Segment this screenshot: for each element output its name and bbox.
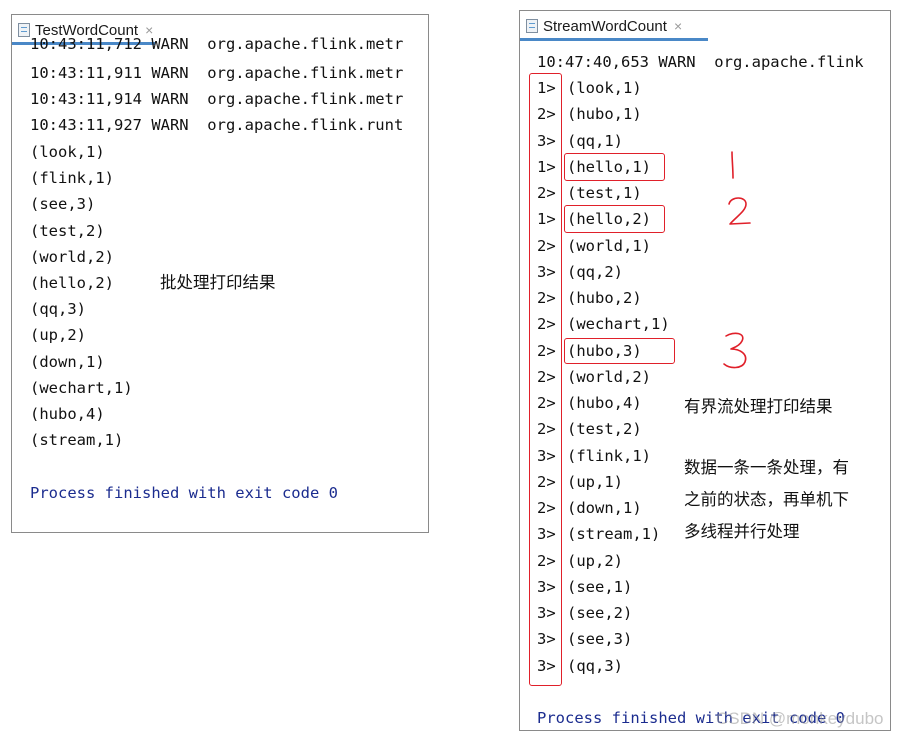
annotation-line: 多线程并行处理 [684,522,800,541]
result-line: (see,2) [567,604,633,622]
result-line: (flink,1) [30,169,114,188]
result-line: (up,1) [567,472,623,491]
result-line: (test,2) [567,420,642,439]
result-line: (stream,1) [567,525,661,544]
right-tab-bar: StreamWordCount × [520,11,890,41]
log-line: 10:43:11,911 WARN org.apache.flink.metr [30,64,404,82]
handwritten-3 [723,332,747,369]
result-line: (down,1) [567,499,642,517]
process-finished-line: Process finished with exit code 0 [30,484,338,502]
hello-1-highlight [564,153,665,181]
annotation-line: 数据一条一条处理，有 [684,458,849,477]
log-line-cut: 10:43:11,712 WARN org.apache.flink.metr [30,35,404,53]
result-line: (see,1) [567,577,633,596]
result-line: (down,1) [30,352,105,371]
right-console-output: 10:47:40,653 WARN org.apache.flink 1> (loo… [520,41,890,730]
hubo-3-highlight [564,338,675,364]
batch-annotation: 批处理打印结果 [160,273,276,292]
stream-annotation-title: 有界流处理打印结果 [684,397,833,416]
result-line: (qq,3) [567,656,623,675]
result-line: (test,2) [30,221,105,240]
result-line: (up,2) [30,326,86,345]
result-line: (wechart,1) [30,378,133,397]
result-line: (world,2) [30,247,114,266]
result-line: (see,3) [567,630,633,649]
result-line: (flink,1) [567,446,651,465]
result-line: (hubo,1) [567,105,642,124]
log-line: 10:43:11,927 WARN org.apache.flink.runt [30,116,404,135]
log-line: 10:47:40,653 WARN org.apache.flink [537,53,864,71]
result-line: (look,1) [567,79,642,97]
result-line: (hubo,4) [567,394,642,412]
console-icon [526,19,538,33]
result-line: (wechart,1) [567,315,670,334]
result-line: (up,2) [567,551,623,570]
thread-prefix-highlight [529,73,562,686]
result-line: (qq,1) [567,131,623,150]
result-line: (world,1) [567,236,651,255]
result-line: (look,1) [30,143,105,161]
result-line: (see,3) [30,195,96,214]
result-line: (qq,3) [30,300,86,319]
result-line: (test,1) [567,184,642,202]
tab-streamwordcount[interactable]: StreamWordCount × [520,11,682,41]
close-icon[interactable]: × [674,18,682,34]
csdn-watermark: CSDN @monkeydubo [716,709,884,728]
console-icon [18,23,30,37]
stream-annotation-description: 数据一条一条处理，有 之前的状态，再单机下 多线程并行处理 [684,452,849,548]
stream-wordcount-console-panel: StreamWordCount × 10:47:40,653 WARN org.… [519,10,891,731]
tab-title: StreamWordCount [543,17,667,35]
handwritten-1 [731,151,734,179]
hello-2-highlight [564,205,665,233]
result-line: (world,2) [567,367,651,386]
result-line: (qq,2) [567,262,623,281]
log-line: 10:43:11,914 WARN org.apache.flink.metr [30,90,404,109]
result-line: (hello,2) [30,274,114,292]
result-line: (hubo,2) [567,289,642,307]
result-line: (stream,1) [30,431,124,450]
result-line: (hubo,4) [30,405,105,423]
annotation-line: 之前的状态，再单机下 [684,490,849,509]
handwritten-2 [728,197,751,225]
